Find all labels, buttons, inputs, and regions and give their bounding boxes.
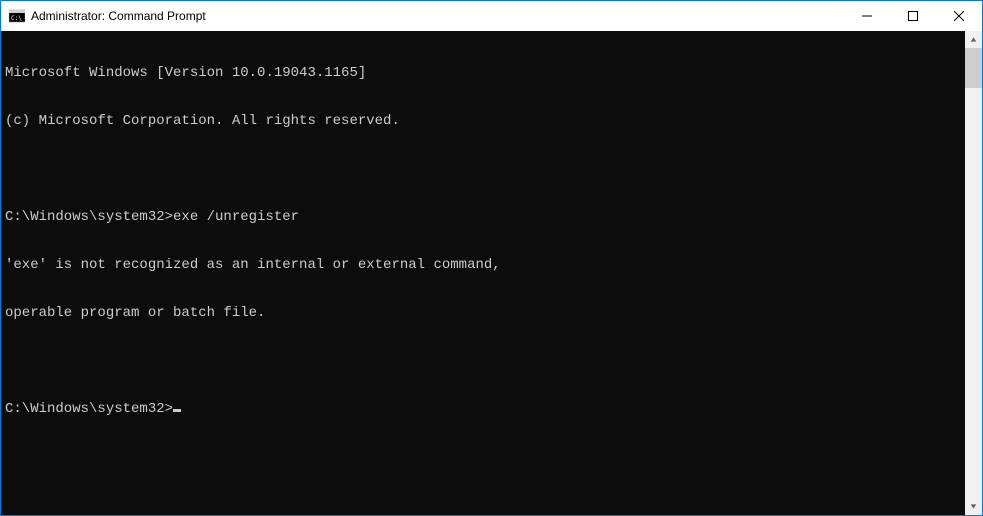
terminal-line: 'exe' is not recognized as an internal o… (5, 257, 961, 273)
terminal-line: (c) Microsoft Corporation. All rights re… (5, 113, 961, 129)
terminal-line: Microsoft Windows [Version 10.0.19043.11… (5, 65, 961, 81)
current-prompt-line: C:\Windows\system32> (5, 401, 961, 417)
svg-text:C:\: C:\ (11, 15, 22, 22)
window-controls (844, 1, 982, 31)
scroll-down-arrow[interactable] (965, 498, 982, 515)
terminal[interactable]: Microsoft Windows [Version 10.0.19043.11… (1, 31, 965, 515)
titlebar-left: C:\ Administrator: Command Prompt (9, 8, 206, 24)
scroll-track[interactable] (965, 48, 982, 498)
scroll-thumb[interactable] (965, 48, 982, 88)
maximize-button[interactable] (890, 1, 936, 31)
terminal-line: C:\Windows\system32>exe /unregister (5, 209, 961, 225)
prompt-text: C:\Windows\system32> (5, 401, 173, 417)
terminal-line (5, 353, 961, 369)
scroll-up-arrow[interactable] (965, 31, 982, 48)
vertical-scrollbar[interactable] (965, 31, 982, 515)
window-title: Administrator: Command Prompt (31, 9, 206, 23)
terminal-container: Microsoft Windows [Version 10.0.19043.11… (1, 31, 982, 515)
cmd-icon: C:\ (9, 8, 25, 24)
cursor (173, 409, 181, 412)
titlebar[interactable]: C:\ Administrator: Command Prompt (1, 1, 982, 31)
minimize-button[interactable] (844, 1, 890, 31)
terminal-line (5, 161, 961, 177)
terminal-line: operable program or batch file. (5, 305, 961, 321)
command-prompt-window: C:\ Administrator: Command Prompt (0, 0, 983, 516)
close-button[interactable] (936, 1, 982, 31)
